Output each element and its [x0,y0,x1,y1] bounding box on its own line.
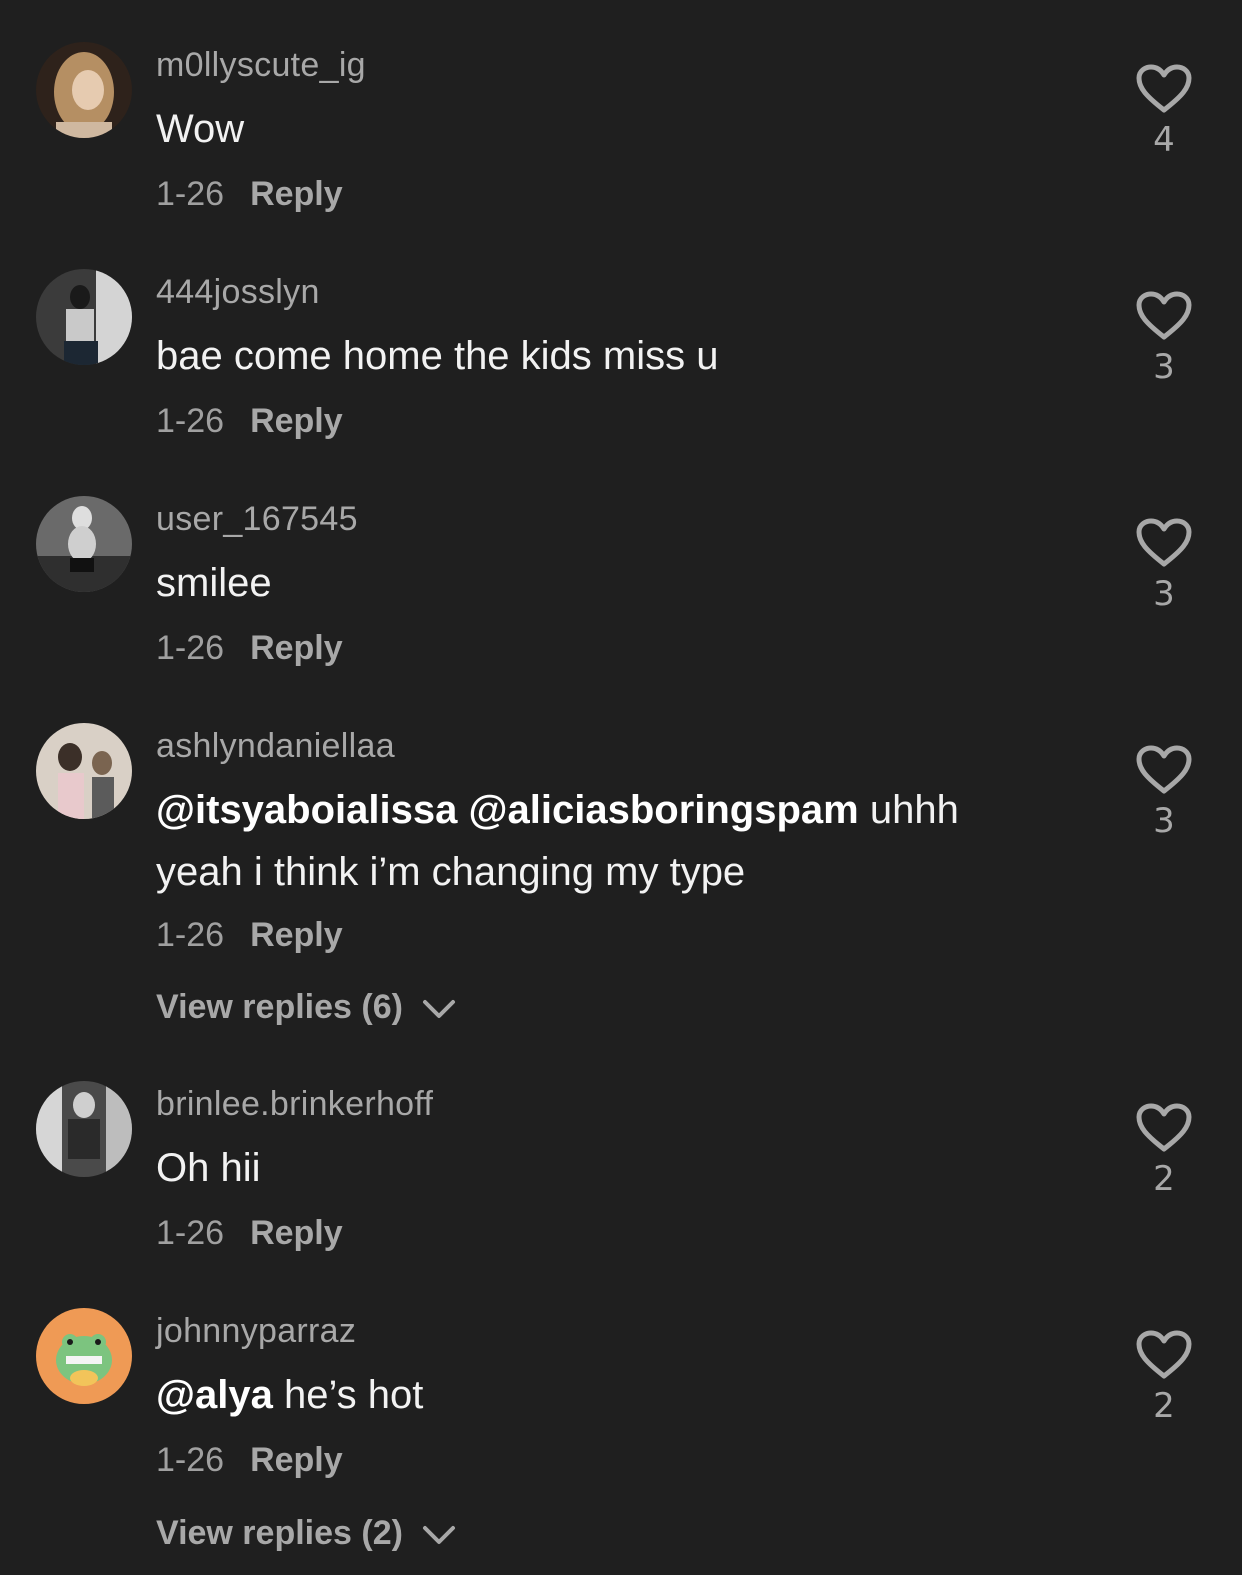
like-button[interactable]: 4 [1134,64,1194,160]
reply-button[interactable]: Reply [250,175,343,213]
comment-text-segment: he’s hot [272,1373,424,1417]
comment-username[interactable]: user_167545 [156,500,358,539]
comment-text-segment: bae come home the kids miss u [156,334,719,378]
comment-meta: 1-26 Reply [156,1214,343,1253]
avatar-photo [36,1308,132,1404]
like-count: 3 [1153,574,1175,614]
comment-text-segment: smilee [156,561,272,605]
comment-text-segment [457,788,468,832]
reply-button[interactable]: Reply [250,402,343,440]
comment-username[interactable]: m0llyscute_ig [156,46,366,85]
comment-username[interactable]: 444josslyn [156,273,320,312]
like-count: 2 [1153,1159,1175,1199]
view-replies-label: View replies (6) [156,988,403,1026]
like-count: 3 [1153,801,1175,841]
avatar-photo [36,269,132,365]
comment-meta: 1-26 Reply [156,175,343,214]
comment-username[interactable]: brinlee.brinkerhoff [156,1085,433,1124]
reply-button[interactable]: Reply [250,629,343,667]
comment-date: 1-26 [156,402,225,440]
avatar[interactable] [36,723,132,819]
comment-username[interactable]: johnnyparraz [156,1312,356,1351]
chevron-down-icon [423,1000,456,1019]
comment-text: Oh hii [156,1137,1056,1199]
comment-text: Wow [156,98,1056,160]
like-button[interactable]: 2 [1134,1330,1194,1426]
comment-text: @itsyaboialissa @aliciasboringspam uhhh … [156,779,1056,903]
avatar-photo [36,723,132,819]
mention-link[interactable]: @alya [156,1373,273,1417]
avatar-photo [36,1081,132,1177]
comment-text-segment: Oh hii [156,1146,261,1190]
reply-button[interactable]: Reply [250,916,343,954]
comment-date: 1-26 [156,916,225,954]
heart-icon [1136,1103,1192,1152]
reply-button[interactable]: Reply [250,1214,343,1252]
like-count: 4 [1153,120,1175,160]
avatar[interactable] [36,42,132,138]
reply-button[interactable]: Reply [250,1441,343,1479]
avatar-photo [36,496,132,592]
like-button[interactable]: 3 [1134,518,1194,614]
mention-link[interactable]: @itsyaboialissa [156,788,457,832]
avatar-photo [36,42,132,138]
comment-text: bae come home the kids miss u [156,325,1056,387]
view-replies-button[interactable]: View replies (2) [156,1514,456,1553]
comment-username[interactable]: ashlyndaniellaa [156,727,395,766]
comment-text: @alya he’s hot [156,1364,1056,1426]
heart-icon [1136,745,1192,794]
like-button[interactable]: 3 [1134,745,1194,841]
avatar[interactable] [36,1081,132,1177]
comment-text: smilee [156,552,1056,614]
like-count: 3 [1153,347,1175,387]
comment-meta: 1-26 Reply [156,402,343,441]
like-button[interactable]: 2 [1134,1103,1194,1199]
comment-meta: 1-26 Reply [156,629,343,668]
heart-icon [1136,518,1192,567]
comment-date: 1-26 [156,1441,225,1479]
comment-meta: 1-26 Reply [156,1441,343,1480]
avatar[interactable] [36,496,132,592]
heart-icon [1136,64,1192,113]
comment-text-segment: Wow [156,107,245,151]
heart-icon [1136,1330,1192,1379]
view-replies-label: View replies (2) [156,1514,403,1552]
view-replies-button[interactable]: View replies (6) [156,988,456,1027]
comment-date: 1-26 [156,1214,225,1252]
heart-icon [1136,291,1192,340]
avatar[interactable] [36,1308,132,1404]
comment-date: 1-26 [156,175,225,213]
like-count: 2 [1153,1386,1175,1426]
chevron-down-icon [423,1526,456,1545]
avatar[interactable] [36,269,132,365]
mention-link[interactable]: @aliciasboringspam [469,788,859,832]
like-button[interactable]: 3 [1134,291,1194,387]
comment-meta: 1-26 Reply [156,916,343,955]
comment-date: 1-26 [156,629,225,667]
